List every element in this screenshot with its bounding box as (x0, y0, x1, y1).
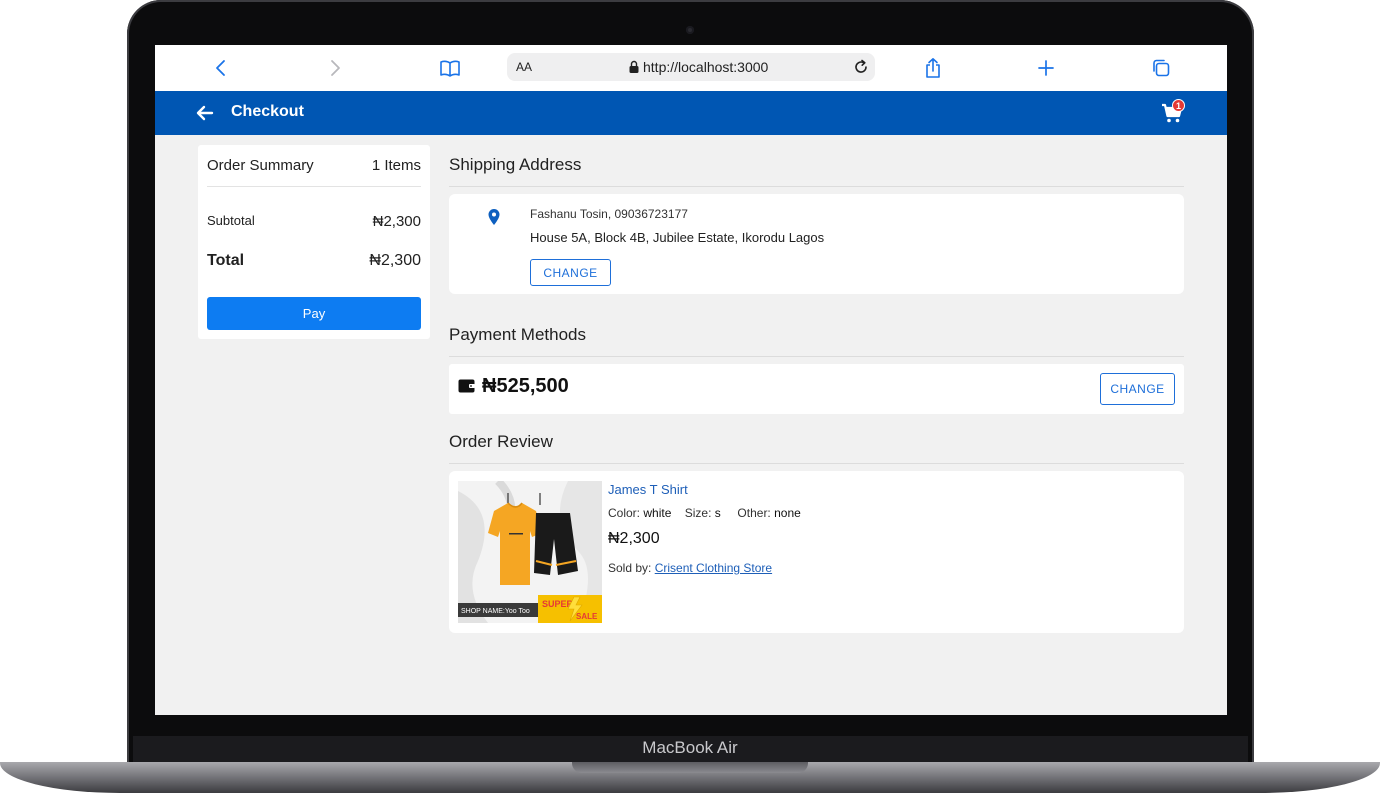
order-item-card: SHOP NAME:Yoo Too SUPER SALE James T Shi… (449, 471, 1184, 633)
total-label: Total (207, 252, 245, 269)
camera-icon (686, 26, 694, 34)
new-tab-icon[interactable] (1032, 55, 1060, 81)
text-size-button[interactable]: AA (516, 60, 532, 74)
seller-link[interactable]: Crisent Clothing Store (655, 561, 772, 575)
color-label: Color: (608, 506, 641, 520)
location-pin-icon (488, 209, 500, 225)
pay-button[interactable]: Pay (207, 297, 421, 330)
browser-toolbar: AA http://localhost:3000 (155, 45, 1227, 91)
cart-count-badge: 1 (1172, 99, 1185, 112)
summary-divider (207, 186, 421, 187)
total-value: ₦2,300 (369, 252, 421, 269)
change-address-button[interactable]: CHANGE (530, 259, 611, 286)
shipping-address-line: House 5A, Block 4B, Jubilee Estate, Ikor… (530, 230, 825, 245)
order-summary-card: Order Summary 1 Items Subtotal ₦2,300 To… (198, 145, 430, 339)
subtotal-row: Subtotal ₦2,300 (207, 213, 421, 230)
laptop-notch (572, 762, 808, 773)
subtotal-label: Subtotal (207, 213, 255, 228)
other-value: none (774, 506, 801, 520)
payment-method-card: ₦525,500 CHANGE (449, 364, 1184, 414)
summary-header: Order Summary 1 Items (207, 157, 421, 174)
image-banner-text: SHOP NAME:Yoo Too (461, 608, 530, 615)
items-count: 1 Items (371, 157, 421, 174)
recipient-name-phone: Fashanu Tosin, 09036723177 (530, 207, 688, 221)
bookmarks-icon[interactable] (436, 55, 464, 81)
image-badge-bottom: SALE (576, 612, 598, 621)
size-value: s (714, 506, 721, 520)
change-payment-button[interactable]: CHANGE (1100, 373, 1175, 405)
wallet-icon (458, 379, 475, 393)
address-bar[interactable]: AA http://localhost:3000 (507, 53, 875, 81)
lock-icon (629, 60, 639, 73)
order-summary-title: Order Summary (207, 157, 314, 174)
url-text: http://localhost:3000 (643, 59, 769, 75)
product-price: ₦2,300 (608, 530, 660, 547)
subtotal-value: ₦2,300 (372, 213, 421, 230)
seller-info: Sold by: Crisent Clothing Store (608, 561, 772, 575)
back-arrow-icon[interactable] (196, 104, 214, 122)
product-attributes: Color: white Size: s Other: none (608, 506, 801, 520)
sold-by-label: Sold by: (608, 561, 652, 575)
size-label: Size: (684, 506, 712, 520)
section-divider (449, 463, 1184, 464)
order-review-title: Order Review (449, 432, 553, 451)
page-title: Checkout (231, 103, 304, 120)
screen: AA http://localhost:3000 Checkout 1 Orde… (155, 45, 1227, 715)
section-divider (449, 186, 1184, 187)
wallet-balance: ₦525,500 (482, 375, 569, 397)
reload-icon[interactable] (852, 58, 870, 76)
other-label: Other: (737, 506, 771, 520)
color-value: white (643, 506, 672, 520)
forward-icon[interactable] (321, 55, 349, 81)
product-name-link[interactable]: James T Shirt (608, 482, 688, 497)
product-image[interactable]: SHOP NAME:Yoo Too SUPER SALE (458, 481, 602, 623)
share-icon[interactable] (919, 55, 947, 81)
shipping-address-card: Fashanu Tosin, 09036723177 House 5A, Blo… (449, 194, 1184, 294)
section-divider (449, 356, 1184, 357)
tabs-icon[interactable] (1147, 55, 1175, 81)
device-brand-label: MacBook Air (642, 738, 738, 757)
total-row: Total ₦2,300 (207, 252, 421, 270)
back-icon[interactable] (207, 55, 235, 81)
shipping-address-title: Shipping Address (449, 155, 582, 174)
app-header: Checkout 1 (155, 91, 1227, 135)
payment-methods-title: Payment Methods (449, 325, 587, 344)
